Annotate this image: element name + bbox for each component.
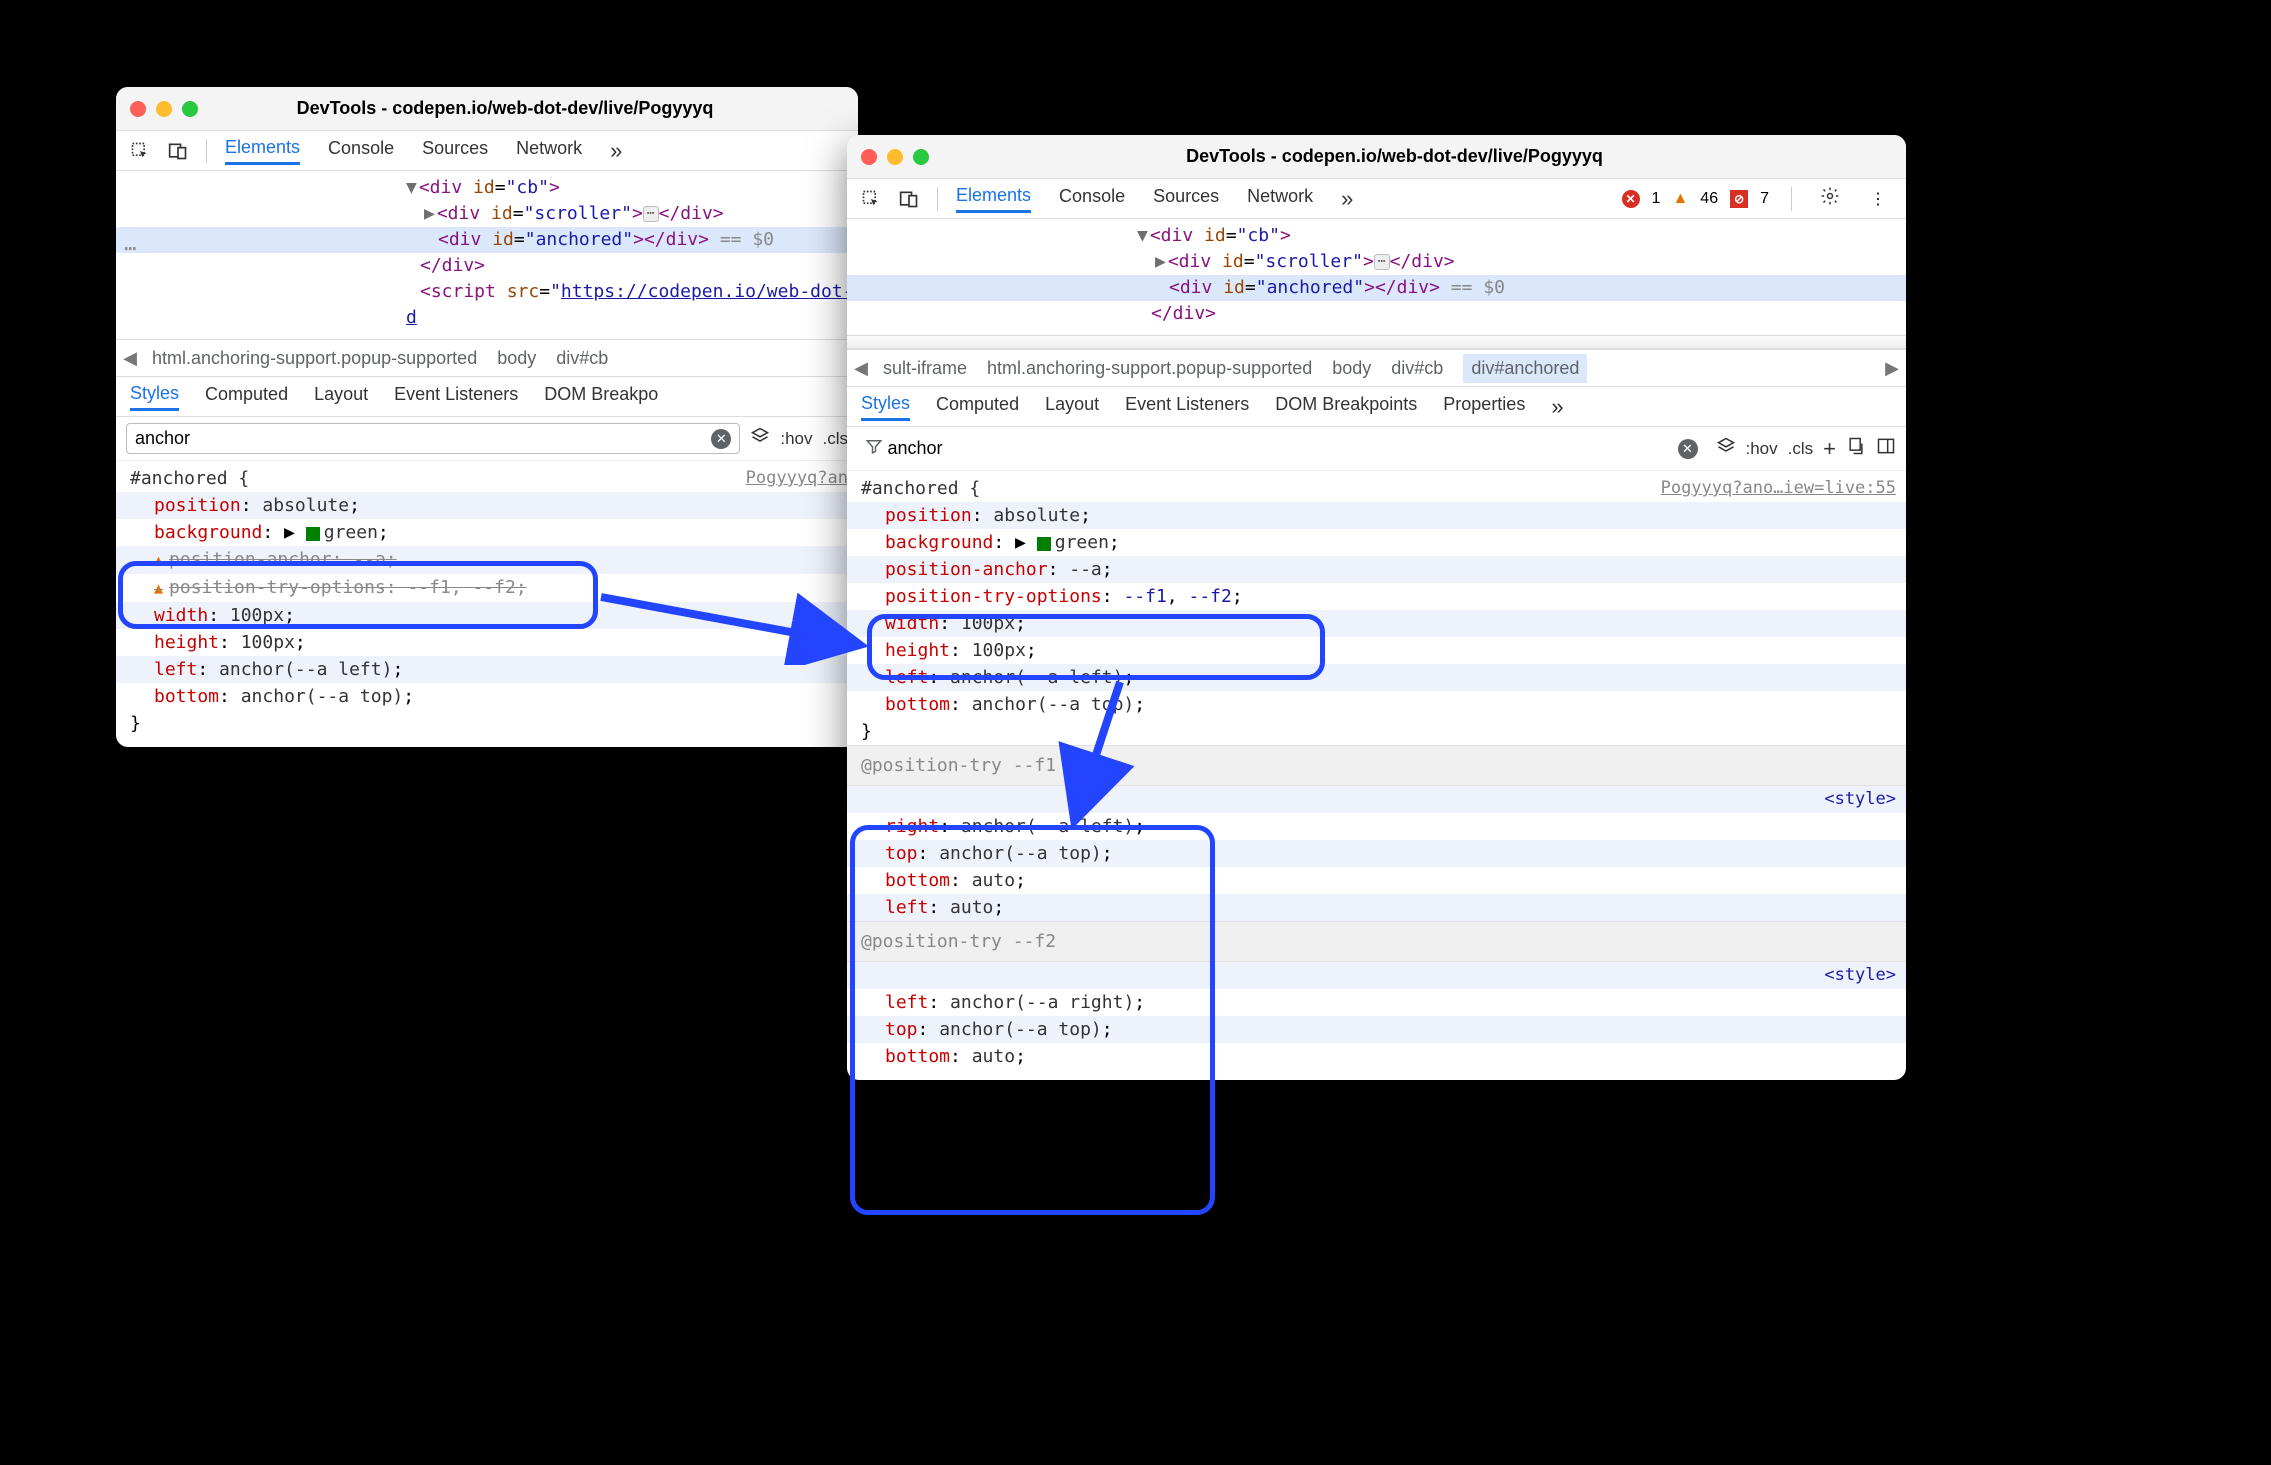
bc-item-trunc[interactable]: sult-iframe [883,358,967,379]
bc-prev[interactable]: ◀ [116,348,144,369]
subtab-el[interactable]: Event Listeners [394,384,518,409]
zoom-dot[interactable] [913,149,929,165]
breadcrumb: ◀ sult-iframe html.anchoring-support.pop… [847,349,1906,387]
clear-filter-icon[interactable]: ✕ [711,429,731,449]
styles-panel[interactable]: Pogyyyq?an#anchored { position: absolute… [116,461,858,747]
filter-box[interactable]: ✕ [126,423,740,454]
bc-item[interactable]: body [497,348,536,369]
bc-item[interactable]: div#cb [556,348,608,369]
tab-sources[interactable]: Sources [422,138,488,163]
new-rule[interactable]: + [1823,436,1836,462]
clear-filter-icon[interactable]: ✕ [1678,439,1698,459]
breadcrumb: ◀ html.anchoring-support.popup-supported… [116,339,858,377]
warning-icon: ▲ [1672,190,1688,208]
styles-tabs: Styles Computed Layout Event Listeners D… [847,387,1906,427]
bc-item[interactable]: div#cb [1391,358,1443,379]
traffic-lights [130,101,198,117]
bc-next[interactable]: ▶ [1878,358,1906,379]
styles-panel[interactable]: Pogyyyq?ano…iew=live:55#anchored { posit… [847,471,1906,1080]
title-bar: DevTools - codepen.io/web-dot-dev/live/P… [847,135,1906,179]
at-rule-header: @position-try --f2 [847,921,1906,962]
cls-toggle[interactable]: .cls [823,429,849,449]
filter-bar: ✕ :hov .cls + [847,427,1906,471]
close-dot[interactable] [861,149,877,165]
subtab-dbp[interactable]: DOM Breakpoints [1275,394,1417,419]
at-rule-header: @position-try --f1 [847,745,1906,786]
toolbar: Elements Console Sources Network » [116,131,858,171]
bc-item[interactable]: html.anchoring-support.popup-supported [152,348,477,369]
filter-input[interactable] [887,438,1677,459]
more-tabs[interactable]: » [610,138,622,164]
scrollbar[interactable] [847,335,1906,349]
error-icon: ✕ [1622,190,1640,208]
window-title: DevTools - codepen.io/web-dot-dev/live/P… [226,98,784,119]
filter-icon [865,437,883,460]
device-icon[interactable] [168,141,188,161]
traffic-lights [861,149,929,165]
settings-icon[interactable] [1814,186,1846,211]
device-icon[interactable] [899,189,919,209]
panel-tabs: Elements Console Sources Network » [225,137,844,165]
elements-panel[interactable]: ⋯ ▼<div id="cb"> ▶<div id="scroller">⋯</… [116,171,858,339]
subtab-dbp[interactable]: DOM Breakpo [544,384,658,409]
subtab-el[interactable]: Event Listeners [1125,394,1249,419]
title-bar: DevTools - codepen.io/web-dot-dev/live/P… [116,87,858,131]
tab-sources[interactable]: Sources [1153,186,1219,211]
subtab-computed[interactable]: Computed [936,394,1019,419]
subtab-styles[interactable]: Styles [130,383,179,411]
close-dot[interactable] [130,101,146,117]
styles-tabs: Styles Computed Layout Event Listeners D… [116,377,858,417]
inspect-icon[interactable] [861,189,881,209]
window-title: DevTools - codepen.io/web-dot-dev/live/P… [957,146,1832,167]
elements-panel[interactable]: ▼<div id="cb"> ▶<div id="scroller">⋯</di… [847,219,1906,335]
source-link[interactable]: <style> [1824,962,1906,989]
tab-network[interactable]: Network [1247,186,1313,211]
bc-item[interactable]: body [1332,358,1371,379]
filter-input[interactable] [135,428,711,449]
subtab-props[interactable]: Properties [1443,394,1525,419]
panel-tabs: Elements Console Sources Network » [956,185,1604,213]
more-col-icon[interactable]: ⋯ [116,231,144,265]
subtab-computed[interactable]: Computed [205,384,288,409]
subtab-layout[interactable]: Layout [1045,394,1099,419]
filter-box[interactable]: ✕ [857,433,1706,464]
more-tabs[interactable]: » [1341,186,1353,212]
source-link[interactable]: Pogyyyq?ano…iew=live:55 [1661,475,1906,502]
subtab-styles[interactable]: Styles [861,393,910,421]
inspect-icon[interactable] [130,141,150,161]
bc-item[interactable]: div#anchored [1463,354,1587,383]
subtab-layout[interactable]: Layout [314,384,368,409]
tab-network[interactable]: Network [516,138,582,163]
tab-console[interactable]: Console [328,138,394,163]
copy-icon[interactable] [1846,436,1866,461]
toolbar: Elements Console Sources Network » ✕1 ▲4… [847,179,1906,219]
bc-item[interactable]: html.anchoring-support.popup-supported [987,358,1312,379]
zoom-dot[interactable] [182,101,198,117]
more-icon[interactable]: ⋮ [1864,189,1892,209]
hov-toggle[interactable]: :hov [780,429,812,449]
more-subtabs[interactable]: » [1551,394,1563,420]
info-icon: ⊘ [1730,190,1748,208]
minimize-dot[interactable] [887,149,903,165]
hov-toggle[interactable]: :hov [1746,439,1778,459]
stack-icon[interactable] [1716,436,1736,461]
bc-prev[interactable]: ◀ [847,358,875,379]
source-link[interactable]: Pogyyyq?an [746,465,858,492]
stack-icon[interactable] [750,426,770,451]
tab-elements[interactable]: Elements [956,185,1031,213]
source-link[interactable]: <style> [1824,786,1906,813]
filter-bar: ✕ :hov .cls [116,417,858,461]
cls-toggle[interactable]: .cls [1788,439,1814,459]
minimize-dot[interactable] [156,101,172,117]
tab-elements[interactable]: Elements [225,137,300,165]
issues[interactable]: ✕1 ▲46 ⊘7 [1622,190,1769,208]
panel-icon[interactable] [1876,436,1896,461]
tab-console[interactable]: Console [1059,186,1125,211]
